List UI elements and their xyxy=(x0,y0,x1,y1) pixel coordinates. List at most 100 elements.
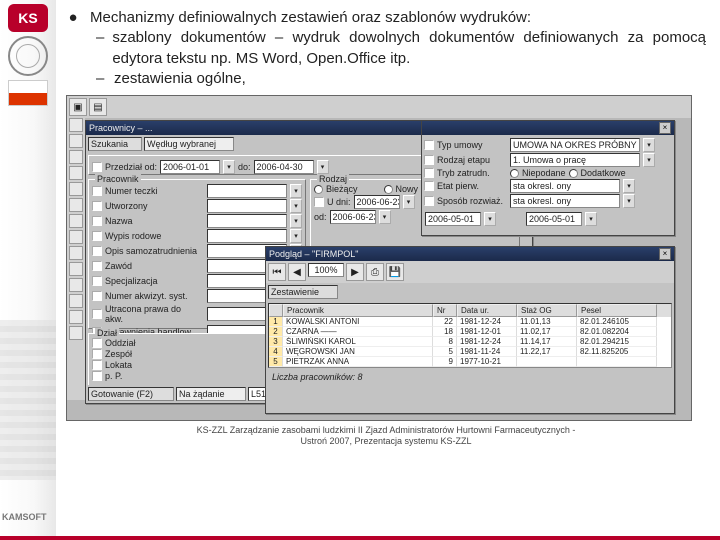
text-input[interactable] xyxy=(207,199,287,213)
text-input[interactable] xyxy=(207,214,287,228)
dropdown-icon[interactable]: ▾ xyxy=(290,199,302,213)
col-header[interactable]: Staż OG xyxy=(517,304,577,317)
select-input[interactable]: 1. Umowa o pracę xyxy=(510,153,640,167)
dropdown-icon[interactable]: ▾ xyxy=(484,212,496,226)
date-from-input[interactable]: 2006-01-01 xyxy=(160,160,220,174)
checkbox[interactable] xyxy=(92,246,102,256)
col-header[interactable]: Pesel xyxy=(577,304,657,317)
print-btn[interactable]: ⎙ xyxy=(366,263,384,281)
text-input[interactable] xyxy=(207,229,287,243)
checkbox[interactable] xyxy=(92,291,102,301)
table-row[interactable]: 5PIETRZAK ANNA91977-10-21 xyxy=(269,357,671,367)
date-input[interactable]: 2006-06-23 xyxy=(330,210,376,224)
tool-btn[interactable] xyxy=(69,278,83,292)
tool-btn[interactable] xyxy=(69,230,83,244)
radio[interactable] xyxy=(569,169,578,178)
tab-ondemand[interactable]: Na żądanie xyxy=(176,387,246,401)
dropdown-icon[interactable]: ▾ xyxy=(623,194,635,208)
table-row[interactable]: 2CZARNA ――181981-12-0111.02,1782.01.0822… xyxy=(269,327,671,337)
dropdown-icon[interactable]: ▾ xyxy=(585,212,597,226)
radio[interactable] xyxy=(314,185,323,194)
group-label: Dział xyxy=(95,328,119,338)
dropdown-icon[interactable]: ▾ xyxy=(290,214,302,228)
nav-btn[interactable]: ⏮ xyxy=(268,263,286,281)
dropdown-icon[interactable]: ▾ xyxy=(290,229,302,243)
tool-btn[interactable] xyxy=(69,134,83,148)
dropdown-icon[interactable]: ▾ xyxy=(403,195,415,209)
checkbox[interactable] xyxy=(424,181,434,191)
tb-btn[interactable]: ▤ xyxy=(89,98,107,116)
dropdown-icon[interactable]: ▾ xyxy=(379,210,391,224)
tab-zestawienie[interactable]: Zestawienie xyxy=(268,285,338,299)
tool-btn[interactable] xyxy=(69,294,83,308)
checkbox[interactable] xyxy=(92,261,102,271)
checkbox[interactable] xyxy=(92,309,102,319)
checkbox[interactable] xyxy=(92,201,102,211)
tool-btn[interactable] xyxy=(69,246,83,260)
field-label: p. P. xyxy=(105,371,122,381)
ks-logo: KS xyxy=(8,4,48,32)
tool-btn[interactable] xyxy=(69,166,83,180)
tab-szukania[interactable]: Szukania xyxy=(88,137,142,151)
radio[interactable] xyxy=(510,169,519,178)
close-icon[interactable]: × xyxy=(659,122,671,134)
table-row[interactable]: 1KOWALSKI ANTONI221981-12-2411.01,1382.0… xyxy=(269,317,671,327)
col-header[interactable] xyxy=(269,304,283,317)
checkbox[interactable] xyxy=(424,168,434,178)
tab-ready[interactable]: Gotowanie (F2) xyxy=(88,387,174,401)
preview-window: Podgląd – "FIRMPOL"× ⏮ ◀ 100% ▶ ⎙ 💾 Zest… xyxy=(265,246,675,414)
data-grid[interactable]: PracownikNrData ur.Staż OGPesel 1KOWALSK… xyxy=(268,303,672,368)
nav-btn[interactable]: ▶ xyxy=(346,263,364,281)
checkbox[interactable] xyxy=(92,216,102,226)
checkbox[interactable] xyxy=(424,140,434,150)
checkbox[interactable] xyxy=(424,155,434,165)
text-input[interactable] xyxy=(207,184,287,198)
checkbox[interactable] xyxy=(92,349,102,359)
checkbox[interactable] xyxy=(92,371,102,381)
checkbox[interactable] xyxy=(92,186,102,196)
radio[interactable] xyxy=(384,185,393,194)
col-header[interactable]: Data ur. xyxy=(457,304,517,317)
checkbox[interactable] xyxy=(92,360,102,370)
checkbox[interactable] xyxy=(314,197,324,207)
tool-btn[interactable] xyxy=(69,118,83,132)
date-input[interactable]: 2006-05-01 xyxy=(526,212,582,226)
tool-btn[interactable] xyxy=(69,198,83,212)
zoom-field[interactable]: 100% xyxy=(308,263,344,277)
tb-btn[interactable]: ▣ xyxy=(69,98,87,116)
select-input[interactable]: UMOWA NA OKRES PRÓBNY xyxy=(510,138,640,152)
tab-wedlug[interactable]: Wędług wybranej xyxy=(144,137,234,151)
select-input[interactable]: sta okresl. ony xyxy=(510,194,620,208)
checkbox[interactable] xyxy=(424,196,434,206)
date-input[interactable]: 2006-05-01 xyxy=(425,212,481,226)
date-to-input[interactable]: 2006-04-30 xyxy=(254,160,314,174)
col-header[interactable]: Nr xyxy=(433,304,457,317)
tool-btn[interactable] xyxy=(69,262,83,276)
checkbox[interactable] xyxy=(92,231,102,241)
dropdown-icon[interactable]: ▾ xyxy=(317,160,329,174)
dropdown-icon[interactable]: ▾ xyxy=(223,160,235,174)
nav-btn[interactable]: ◀ xyxy=(288,263,306,281)
dropdown-icon[interactable]: ▾ xyxy=(623,179,635,193)
close-icon[interactable]: × xyxy=(659,248,671,260)
field-label: Numer teczki xyxy=(105,186,158,196)
building-art xyxy=(0,320,56,480)
select-input[interactable]: sta okresl. ony xyxy=(510,179,620,193)
checkbox[interactable] xyxy=(92,162,102,172)
checkbox[interactable] xyxy=(92,338,102,348)
tool-btn[interactable] xyxy=(69,150,83,164)
dropdown-icon[interactable]: ▾ xyxy=(643,138,655,152)
tool-btn[interactable] xyxy=(69,310,83,324)
checkbox[interactable] xyxy=(92,276,102,286)
table-row[interactable]: 3ŚLIWIŃSKI KAROL81981-12-2411.14,1782.01… xyxy=(269,337,671,347)
dropdown-icon[interactable]: ▾ xyxy=(290,184,302,198)
date-input[interactable]: 2006-06-23 xyxy=(354,195,400,209)
dropdown-icon[interactable]: ▾ xyxy=(643,153,655,167)
tool-btn[interactable] xyxy=(69,326,83,340)
save-btn[interactable]: 💾 xyxy=(386,263,404,281)
col-header[interactable]: Pracownik xyxy=(283,304,433,317)
table-row[interactable]: 4WĘGROWSKI JAN51981-11-2411.22,1782.11.8… xyxy=(269,347,671,357)
tool-btn[interactable] xyxy=(69,214,83,228)
tool-btn[interactable] xyxy=(69,182,83,196)
flag-icon xyxy=(8,80,48,106)
